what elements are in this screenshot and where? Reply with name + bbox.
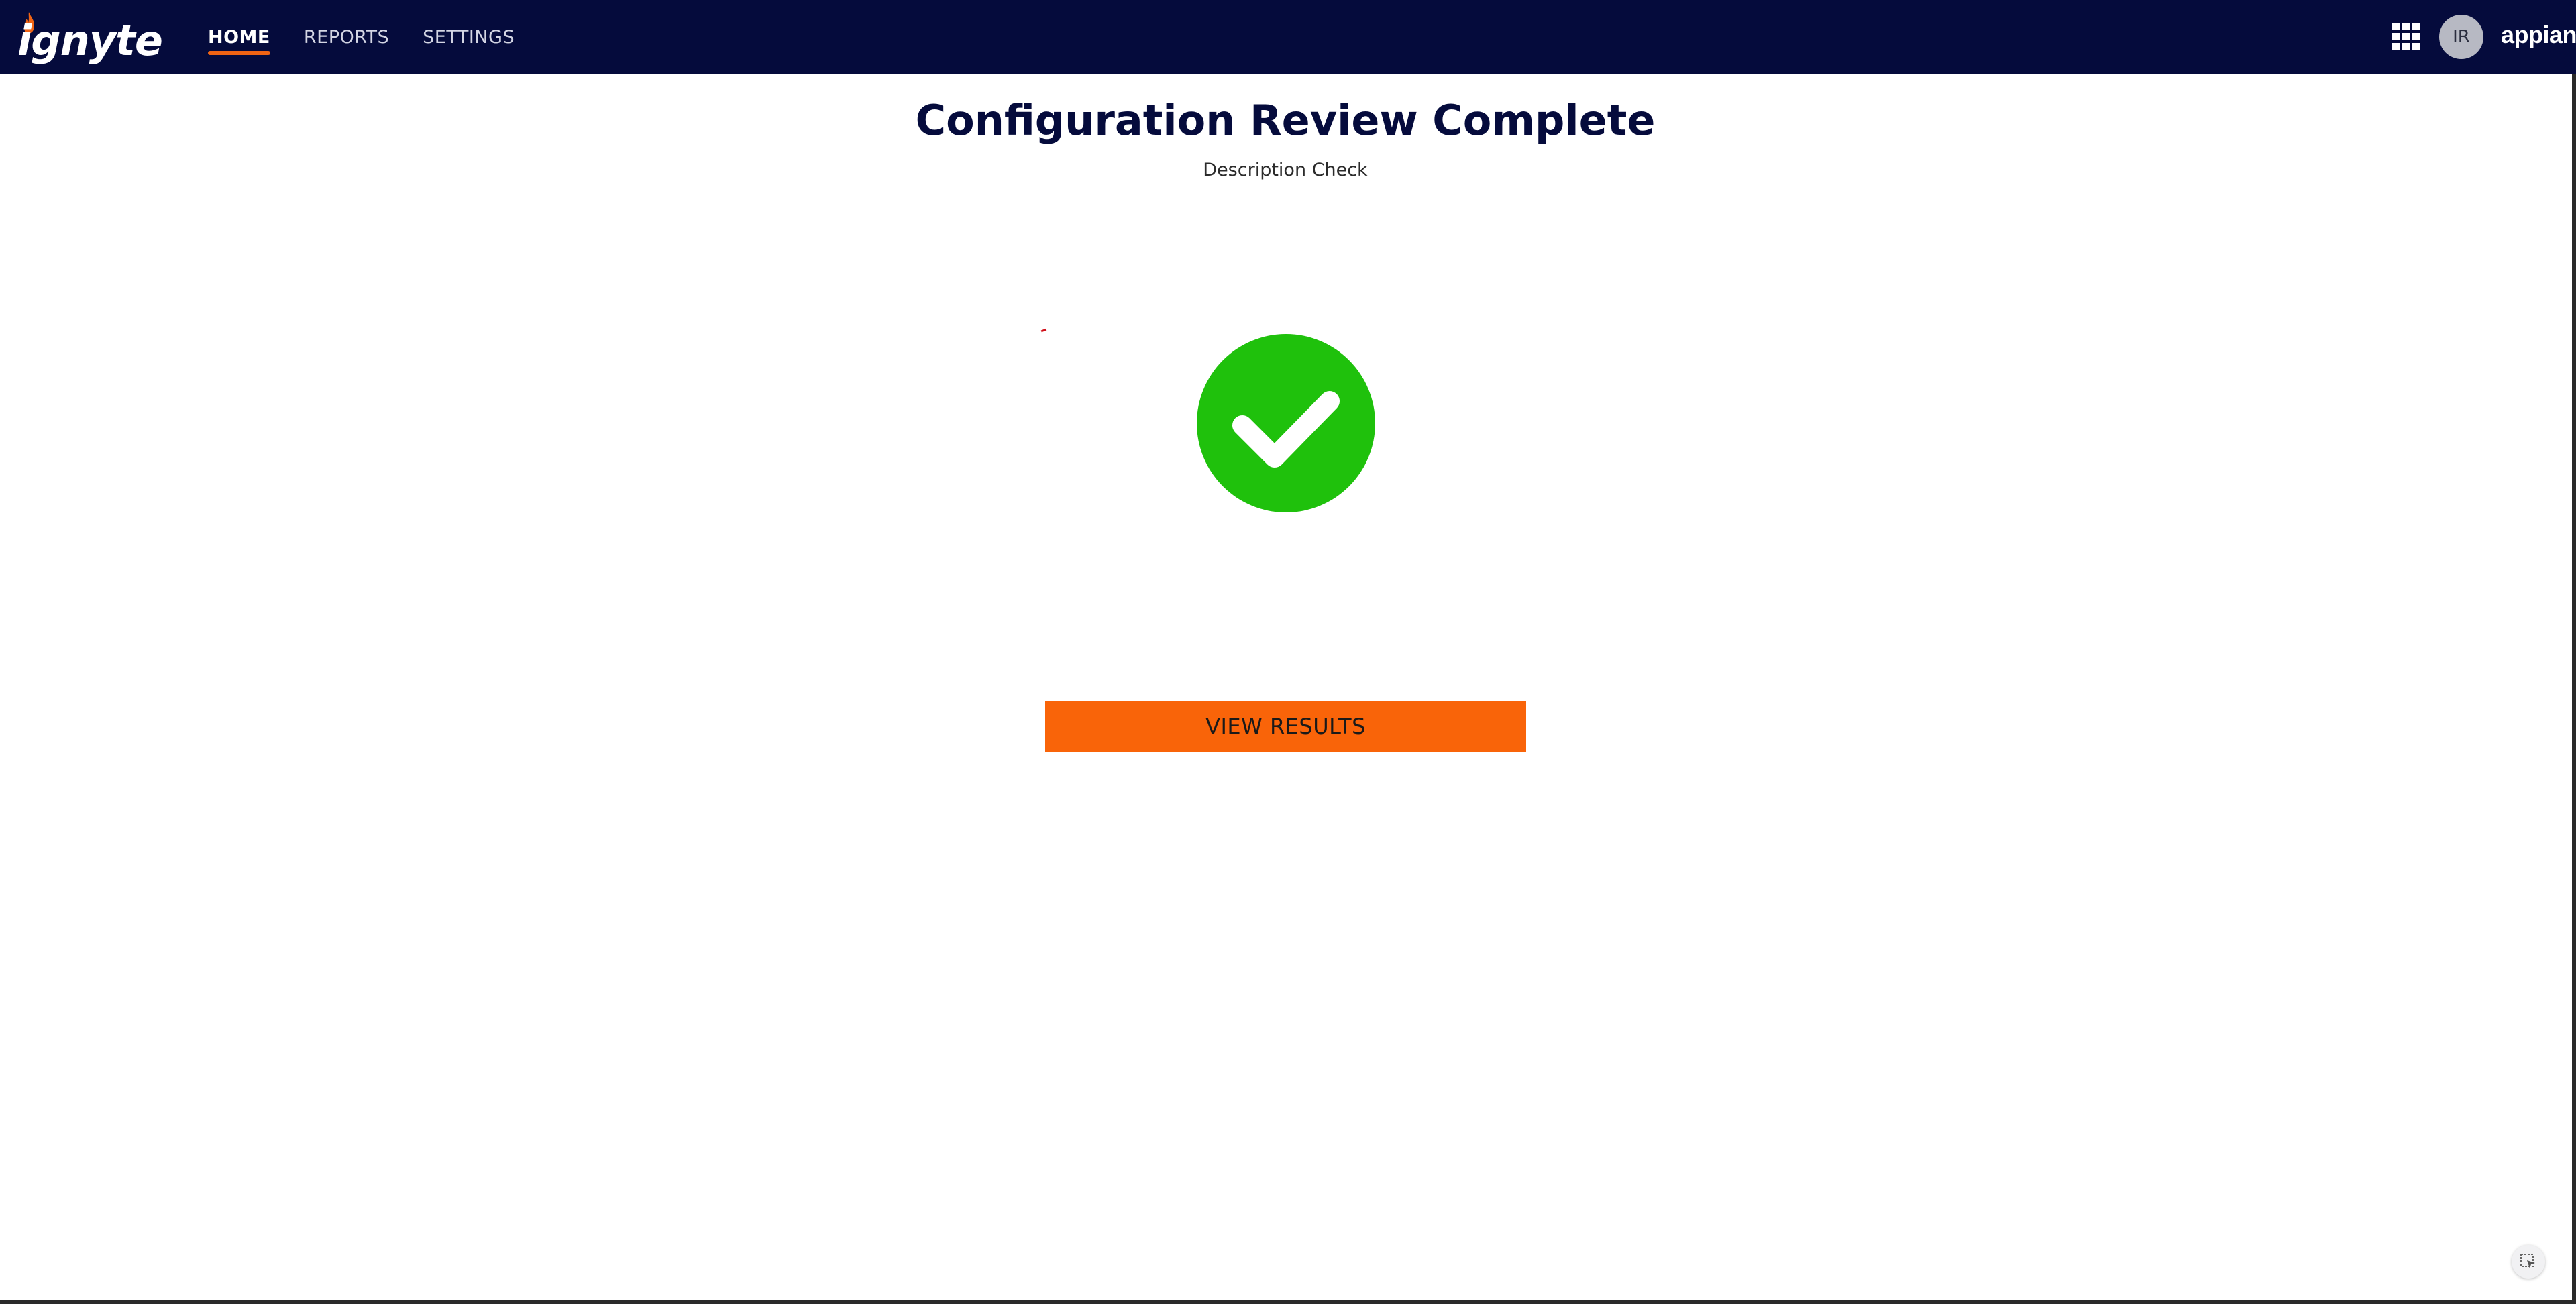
user-avatar[interactable]: IR — [2439, 15, 2483, 59]
page-subtitle: Description Check — [1203, 160, 1368, 180]
cursor-select-icon — [2520, 1254, 2535, 1268]
grid-icon[interactable] — [2392, 23, 2420, 51]
tab-settings[interactable]: SETTINGS — [420, 0, 517, 74]
ignyte-logo[interactable]: ignyte — [17, 9, 165, 65]
tab-home[interactable]: HOME — [205, 0, 273, 74]
appian-logo: appian — [2501, 21, 2576, 48]
window-edge-right — [2572, 74, 2576, 1304]
check-circle-icon — [1197, 334, 1375, 512]
stray-mark — [1040, 328, 1047, 333]
cursor-select-button[interactable] — [2512, 1245, 2545, 1279]
logo-wordmark: ignyte — [17, 16, 163, 65]
page-title: Configuration Review Complete — [915, 96, 1656, 145]
app-root: ignyte HOME REPORTS SETTINGS IR appian C… — [0, 0, 2576, 1304]
view-results-button[interactable]: VIEW RESULTS — [1045, 701, 1526, 752]
window-edge-bottom — [0, 1300, 2576, 1304]
tab-reports[interactable]: REPORTS — [301, 0, 392, 74]
top-navigation-bar: ignyte HOME REPORTS SETTINGS IR appian — [0, 0, 2576, 74]
main-nav: HOME REPORTS SETTINGS — [205, 0, 545, 74]
